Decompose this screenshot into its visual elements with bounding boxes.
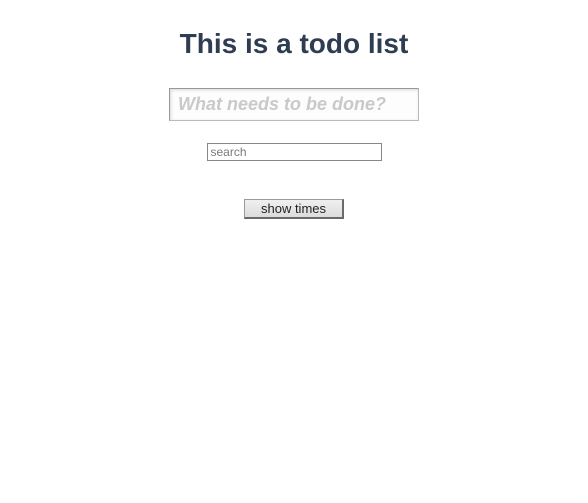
page-title: This is a todo list (180, 28, 409, 60)
show-times-button[interactable]: show times (244, 199, 344, 219)
new-todo-input[interactable] (169, 88, 419, 121)
search-input[interactable] (207, 143, 382, 161)
